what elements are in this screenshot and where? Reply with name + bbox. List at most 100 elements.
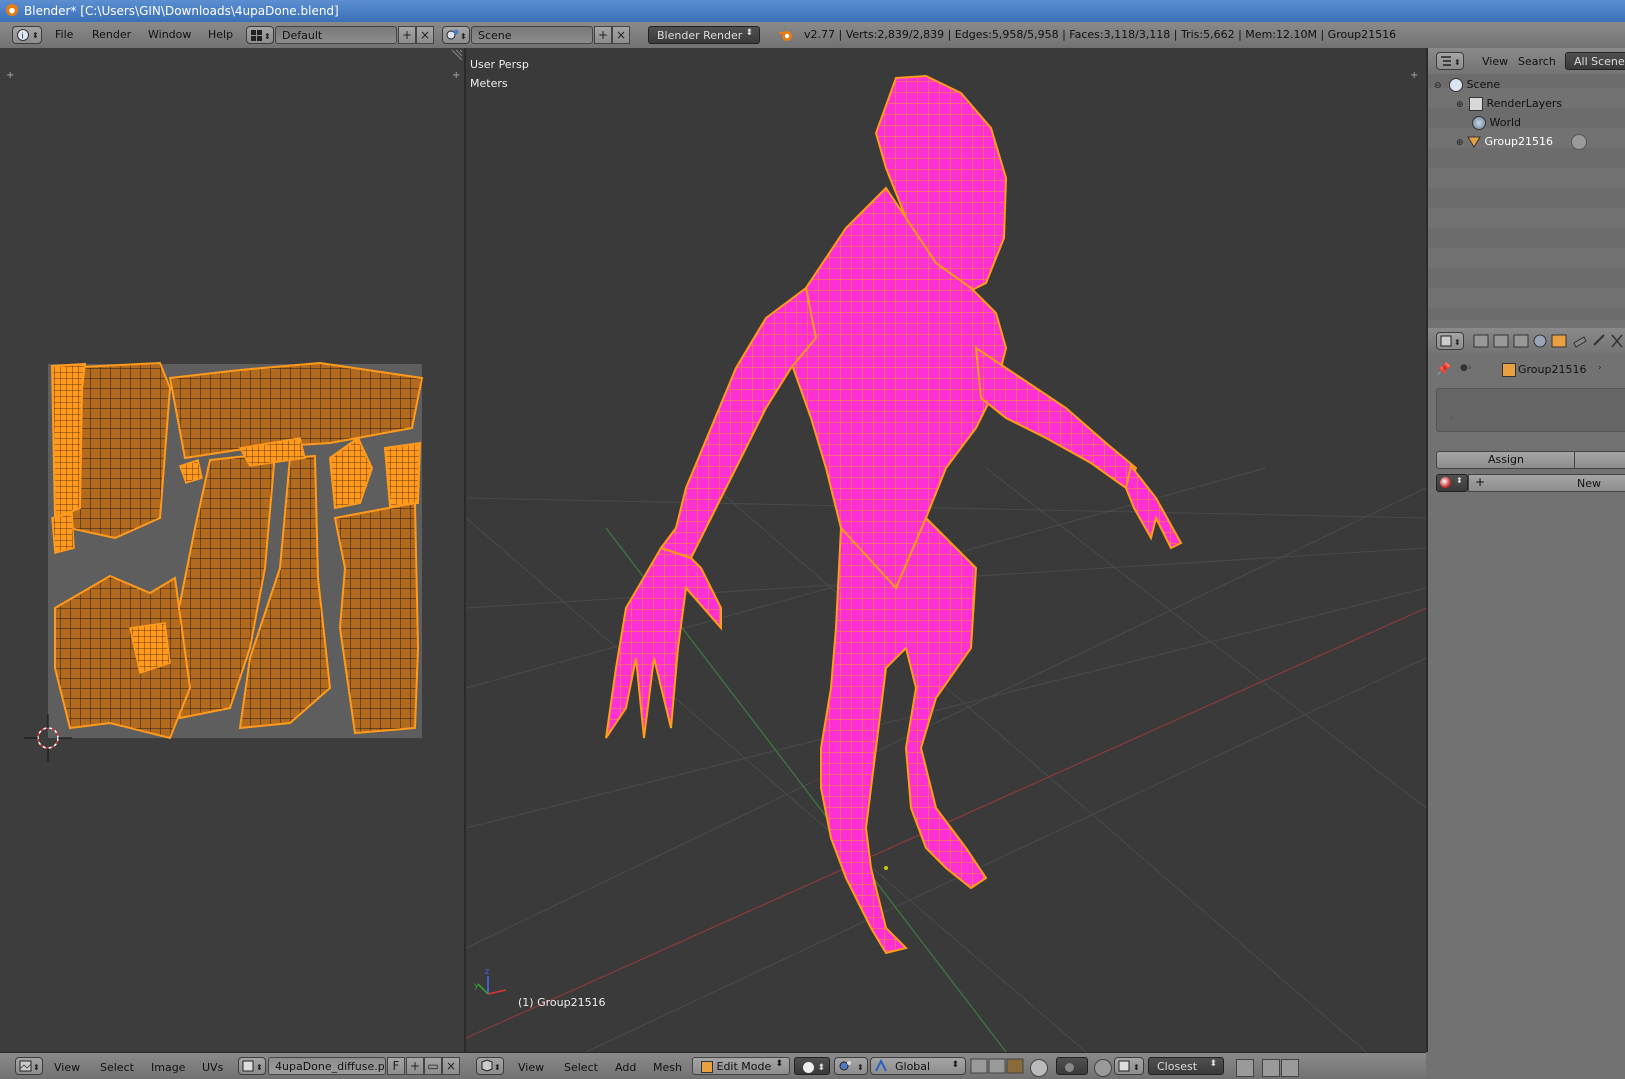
svg-text:⬍: ⬍ (857, 1063, 864, 1072)
layout-name-field[interactable]: Default (275, 26, 397, 44)
snap-element-dropdown[interactable]: ⬍ (1114, 1057, 1144, 1075)
outliner-menu-search[interactable]: Search (1518, 55, 1556, 68)
view3d-menu-view[interactable]: View (518, 1061, 544, 1074)
add-scene-button[interactable]: + (594, 26, 612, 44)
new-image-button[interactable]: + (406, 1057, 424, 1075)
occlude-geometry-icon[interactable] (1030, 1059, 1048, 1077)
render-engine-label: Blender Render (657, 29, 743, 42)
select-button[interactable] (1574, 451, 1625, 469)
info-icon: i ⬍ (17, 29, 39, 41)
editor-type-info-button[interactable]: i ⬍ (12, 26, 42, 44)
manipulator-icon (875, 1058, 887, 1072)
pivot-point-dropdown[interactable]: ⬍ (834, 1057, 868, 1075)
fake-user-button[interactable]: F (387, 1057, 405, 1075)
svg-text:⬍: ⬍ (1454, 58, 1461, 67)
render-engine-dropdown[interactable]: Blender Render ⬍ (648, 26, 760, 44)
delete-scene-button[interactable]: × (612, 26, 630, 44)
chevron-right-icon: › (1598, 363, 1602, 373)
screen-layout-button[interactable]: ⬍ (246, 26, 274, 44)
assign-label: Assign (1488, 453, 1524, 466)
3d-viewport[interactable]: y z User Persp Meters (1) Group21516 + (466, 48, 1426, 1052)
properties-tabs[interactable] (1472, 333, 1625, 349)
render-visibility-icon[interactable] (1570, 134, 1587, 150)
sidebar-bottom-filler (1426, 1052, 1625, 1079)
svg-text:⬍: ⬍ (494, 1063, 501, 1072)
outliner-panel[interactable]: ⬍ View Search All Scenes ⊖ Scene ⊕ Rende… (1428, 48, 1625, 320)
delete-layout-button[interactable]: × (416, 26, 434, 44)
uv-canvas[interactable] (0, 48, 466, 1052)
proportional-edit-dropdown[interactable] (1056, 1057, 1088, 1075)
snap-toggle-icon[interactable] (1094, 1059, 1112, 1077)
camera-icon[interactable] (1262, 1059, 1280, 1077)
outliner-item-group21516[interactable]: ⊕ Group21516 (1456, 132, 1587, 152)
close-icon: × (615, 28, 627, 42)
snap-element-icon: ⬍ (1118, 1060, 1140, 1072)
uv-menu-select[interactable]: Select (100, 1061, 134, 1074)
uv-menu-image[interactable]: Image (151, 1061, 185, 1074)
render-animation-icon[interactable] (1281, 1059, 1299, 1077)
editor-type-image-button[interactable]: ⬍ (15, 1057, 43, 1075)
menu-window[interactable]: Window (148, 28, 191, 41)
folder-icon: ▭ (427, 1059, 439, 1073)
properties-panel[interactable]: ⬍ 📌 ●› Group21516 › ◦ Assign ⬍ + New (1428, 328, 1625, 1079)
pin-icon[interactable]: 📌 (1436, 362, 1451, 376)
image-icon: ⬍ (242, 1060, 263, 1072)
units-label: Meters (470, 77, 508, 90)
unlink-image-button[interactable]: × (442, 1057, 460, 1075)
assign-button[interactable]: Assign (1436, 451, 1576, 469)
scene-icon (1449, 78, 1464, 92)
close-icon: × (419, 28, 431, 42)
shading-dropdown[interactable]: ⬍ (794, 1057, 830, 1075)
transform-orientation-dropdown[interactable]: Global ⬍ (870, 1057, 966, 1075)
material-browse-button[interactable]: ⬍ (1436, 474, 1468, 492)
scene-selector-button[interactable]: ⬍ (442, 26, 470, 44)
view3d-menu-select[interactable]: Select (564, 1061, 598, 1074)
axis-gizmo-icon: y z (474, 967, 507, 995)
uv-menu-view[interactable]: View (54, 1061, 80, 1074)
svg-text:z: z (485, 967, 489, 976)
object-icon (1502, 363, 1516, 377)
material-slot-list[interactable]: ◦ (1436, 388, 1625, 432)
snap-target-dropdown[interactable]: Closest ⬍ (1148, 1057, 1224, 1075)
viewport-canvas[interactable]: y z (466, 48, 1426, 1052)
view3d-menu-add[interactable]: Add (615, 1061, 636, 1074)
menu-render[interactable]: Render (92, 28, 131, 41)
chevron-updown-icon: ⬍ (1209, 1059, 1217, 1069)
right-sidebar: ⬍ View Search All Scenes ⊖ Scene ⊕ Rende… (1426, 48, 1625, 1079)
render-still-icon[interactable] (1236, 1059, 1254, 1077)
menu-file[interactable]: File (55, 28, 73, 41)
chevron-updown-icon: ⬍ (1456, 476, 1463, 485)
outliner-filter-dropdown[interactable]: All Scenes (1565, 52, 1625, 70)
properties-icon: ⬍ (1440, 335, 1461, 347)
editor-type-3dview-button[interactable]: ⬍ (476, 1057, 504, 1075)
new-material-label: New (1577, 477, 1601, 490)
add-layout-button[interactable]: + (398, 26, 416, 44)
outliner-menu-view[interactable]: View (1482, 55, 1508, 68)
uv-image-editor[interactable]: + + (0, 48, 466, 1052)
svg-text:⬍: ⬍ (1133, 1063, 1140, 1072)
svg-text:⬍: ⬍ (264, 32, 271, 41)
scene-name-field[interactable]: Scene (471, 26, 593, 44)
editor-type-outliner-button[interactable]: ⬍ (1436, 52, 1464, 70)
outliner-item-renderlayers[interactable]: ⊕ RenderLayers (1456, 94, 1562, 114)
view-perspective-label: User Persp (470, 58, 529, 71)
expand-icon: ⊕ (1456, 138, 1464, 148)
mode-dropdown[interactable]: Edit Mode ⬍ (692, 1057, 790, 1075)
plus-icon: + (409, 1059, 421, 1073)
outliner-item-scene[interactable]: ⊖ Scene (1434, 75, 1500, 95)
resize-handle-icon[interactable]: ◦ (1449, 414, 1454, 423)
image-browse-button[interactable]: ⬍ (238, 1057, 266, 1075)
image-name-field[interactable]: 4upaDone_diffuse.png (268, 1057, 386, 1075)
uv-menu-uvs[interactable]: UVs (202, 1061, 223, 1074)
world-icon (1472, 116, 1486, 130)
view3d-menu-mesh[interactable]: Mesh (653, 1061, 682, 1074)
blender-logo-icon (6, 4, 18, 16)
editor-type-properties-button[interactable]: ⬍ (1436, 332, 1464, 350)
snap-target-label: Closest (1157, 1060, 1198, 1073)
menu-help[interactable]: Help (208, 28, 233, 41)
open-image-button[interactable]: ▭ (424, 1057, 442, 1075)
close-icon: × (445, 1059, 457, 1073)
outliner-item-world[interactable]: World (1472, 113, 1521, 133)
selection-mode-buttons[interactable] (970, 1058, 1026, 1074)
new-material-button[interactable]: + New (1468, 474, 1625, 492)
